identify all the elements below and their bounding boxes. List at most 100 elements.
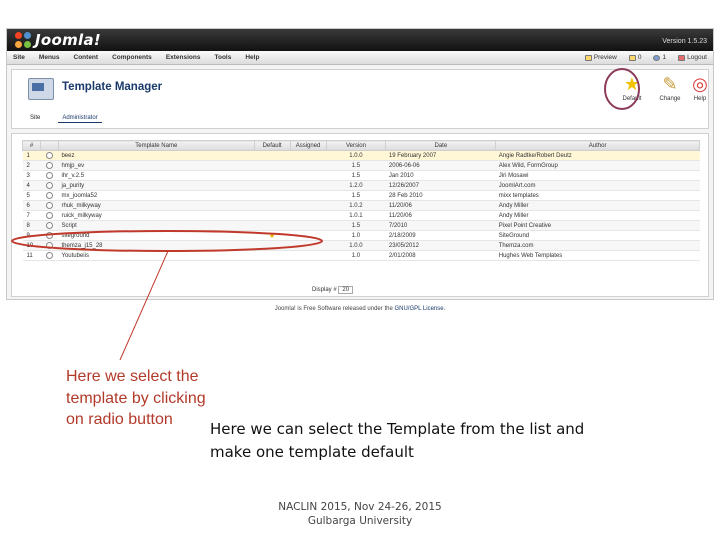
display-limit-select[interactable]: 20 [338,286,354,294]
menu-item-help[interactable]: Help [245,54,259,61]
col-header-default[interactable]: Default [253,140,291,151]
display-limit: Display # 20 [312,286,354,294]
table-row[interactable]: 10 themza_j15_28 1.0.0 23/05/2012 Themza.com [22,240,700,251]
template-radio-button[interactable] [45,251,53,259]
menu-item-extensions[interactable]: Extensions [166,54,201,61]
template-radio-button[interactable] [45,151,53,159]
table-row[interactable]: 8 Script 1.5 7/2010 Pixel Point Creative [22,220,700,231]
template-radio-button[interactable] [45,161,53,169]
template-radio-button[interactable] [45,171,53,179]
menu-item-menus[interactable]: Menus [39,54,60,61]
messages-link[interactable]: 0 [628,54,641,61]
row-number: 7 [22,210,41,221]
row-template-name[interactable]: themza_j15_28 [58,240,255,251]
row-author: Pixel Point Creative [495,220,700,231]
row-radio[interactable] [40,210,59,221]
row-date: 12/26/2007 [385,180,496,191]
row-default [254,150,291,161]
users-link[interactable]: 1 [653,54,666,61]
row-template-name[interactable]: ihr_v.2.5 [58,170,255,181]
col-header-version[interactable]: Version [325,140,387,151]
menu-item-tools[interactable]: Tools [215,54,232,61]
template-radio-button[interactable] [45,181,53,189]
row-radio[interactable] [40,160,59,171]
row-assigned [290,170,327,181]
table-row[interactable]: 6 rhuk_milkyway 1.0.2 11/20/06 Andy Miller [22,200,700,211]
row-template-name[interactable]: Youtubeiis [58,250,255,261]
lifebuoy-icon: ◎ [692,74,708,94]
table-row[interactable]: 5 mx_joomla52 1.5 28 Feb 2010 mixx templates [22,190,700,201]
row-radio[interactable] [40,190,59,201]
row-default [254,220,291,231]
row-radio[interactable] [40,200,59,211]
col-header-author[interactable]: Author [495,140,700,151]
col-header-date[interactable]: Date [385,140,497,151]
row-template-name[interactable]: Script [58,220,255,231]
row-radio[interactable] [40,150,59,161]
row-date: 7/2010 [385,220,496,231]
template-radio-button[interactable] [45,231,53,239]
row-template-name[interactable]: hmjp_ev [58,160,255,171]
col-header-assigned[interactable]: Assigned [289,140,327,151]
row-radio[interactable] [40,170,59,181]
template-radio-button[interactable] [45,191,53,199]
default-button[interactable]: ★ Default [614,74,650,102]
row-template-name[interactable]: ruick_milkyway [58,210,255,221]
row-version: 1.2.0 [326,180,386,191]
row-default [254,160,291,171]
row-date: Jan 2010 [385,170,496,181]
row-date: 19 February 2007 [385,150,496,161]
row-version: 1.0 [326,230,386,241]
template-radio-button[interactable] [45,201,53,209]
page-title: Template Manager [62,81,163,93]
tab-administrator[interactable]: Administrator [58,114,102,123]
row-template-name[interactable]: rhuk_milkyway [58,200,255,211]
license-link[interactable]: GNU/GPL License. [394,306,445,312]
menu-item-content[interactable]: Content [74,54,99,61]
table-row[interactable]: 2 hmjp_ev 1.5 2006-06-06 Alex Wild, FormGrou… [22,160,700,171]
row-assigned [290,180,327,191]
row-default [254,250,291,261]
row-author: JoomlArt.com [495,180,700,191]
menu-item-site[interactable]: Site [13,54,25,61]
row-assigned [290,160,327,171]
template-radio-button[interactable] [45,211,53,219]
row-version: 1.5 [326,170,386,181]
col-header-template-name[interactable]: Template Name [57,140,255,151]
logo-text: Joomla! [35,31,102,49]
row-default: ★ [254,230,291,241]
table-row[interactable]: 3 ihr_v.2.5 1.5 Jan 2010 Jiri Mosawi [22,170,700,181]
row-template-name[interactable]: ja_purity [58,180,255,191]
help-button[interactable]: ◎ Help [682,74,713,102]
preview-icon [584,54,592,61]
row-template-name[interactable]: mx_joomla52 [58,190,255,201]
tab-site[interactable]: Site [26,114,44,123]
template-radio-button[interactable] [45,241,53,249]
row-number: 4 [22,180,41,191]
table-row[interactable]: 11 Youtubeiis 1.0 2/01/2008 Hughes Web Templ… [22,250,700,261]
template-radio-button[interactable] [45,221,53,229]
table-header-row: # Template Name Default Assigned Version… [22,140,700,151]
table-row[interactable]: 7 ruick_milkyway 1.0.1 11/20/06 Andy Miller [22,210,700,221]
preview-link[interactable]: Preview [584,54,617,61]
row-template-name[interactable]: siteground [58,230,255,241]
star-icon: ★ [623,74,641,94]
row-default [254,180,291,191]
row-number: 11 [22,250,41,261]
row-radio[interactable] [40,220,59,231]
change-button-label: Change [659,96,681,102]
row-author: mixx templates [495,190,700,201]
row-number: 1 [22,150,41,161]
menu-item-components[interactable]: Components [112,54,152,61]
license-text: Joomla! is Free Software released under … [274,306,393,312]
row-radio[interactable] [40,250,59,261]
table-row[interactable]: 1 beez 1.0.0 19 February 2007 Angie Radtke/R… [22,150,700,161]
row-default [254,170,291,181]
row-radio[interactable] [40,180,59,191]
table-row[interactable]: 4 ja_purity 1.2.0 12/26/2007 JoomlArt.com [22,180,700,191]
row-radio[interactable] [40,230,59,241]
logout-link[interactable]: Logout [678,54,707,61]
table-row[interactable]: 9 siteground ★ 1.0 2/18/2009 SiteGround [22,230,700,241]
row-radio[interactable] [40,240,59,251]
row-template-name[interactable]: beez [58,150,255,161]
